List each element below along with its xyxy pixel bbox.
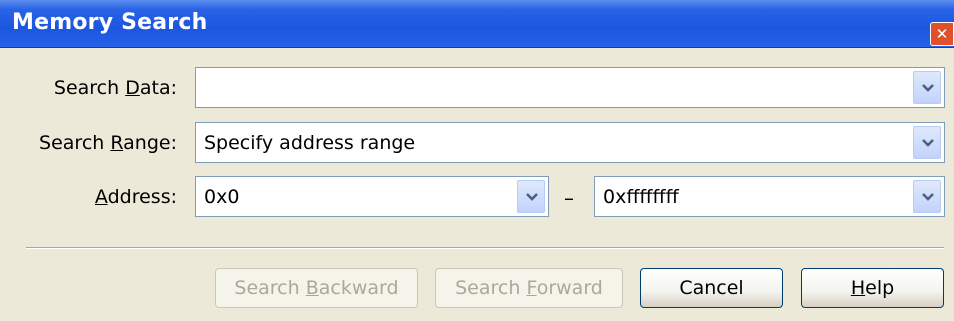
cancel-button[interactable]: Cancel — [640, 268, 783, 308]
address-to-value[interactable]: 0xffffffff — [603, 186, 679, 208]
memory-search-dialog: Memory Search ✕ Search Data: Search Rang… — [0, 0, 954, 321]
address-to-combobox[interactable]: 0xffffffff — [594, 176, 945, 217]
address-from-dropdown-button[interactable] — [517, 180, 545, 213]
close-icon: ✕ — [935, 25, 949, 43]
address-from-combobox[interactable]: 0x0 — [195, 176, 549, 217]
search-data-dropdown-button[interactable] — [913, 71, 941, 104]
separator-line — [26, 247, 944, 249]
chevron-down-icon — [526, 193, 538, 201]
help-button[interactable]: Help — [801, 268, 944, 308]
search-backward-button[interactable]: Search Backward — [215, 268, 418, 308]
search-range-combobox[interactable]: Specify address range — [195, 122, 945, 163]
address-to-dropdown-button[interactable] — [913, 180, 941, 213]
search-range-value: Specify address range — [204, 132, 416, 154]
search-range-dropdown-button[interactable] — [913, 126, 941, 159]
search-data-label: Search Data: — [53, 77, 177, 99]
chevron-down-icon — [922, 84, 934, 92]
address-range-separator: – — [564, 186, 574, 210]
search-data-combobox[interactable] — [195, 67, 945, 108]
chevron-down-icon — [922, 139, 934, 147]
chevron-down-icon — [922, 193, 934, 201]
search-range-label: Search Range: — [39, 132, 177, 154]
address-label: Address: — [94, 186, 177, 208]
window-title: Memory Search — [12, 10, 208, 35]
title-bar[interactable]: Memory Search ✕ — [0, 0, 954, 48]
address-from-value[interactable]: 0x0 — [204, 186, 239, 208]
search-forward-button[interactable]: Search Forward — [435, 268, 623, 308]
close-button[interactable]: ✕ — [930, 22, 954, 46]
